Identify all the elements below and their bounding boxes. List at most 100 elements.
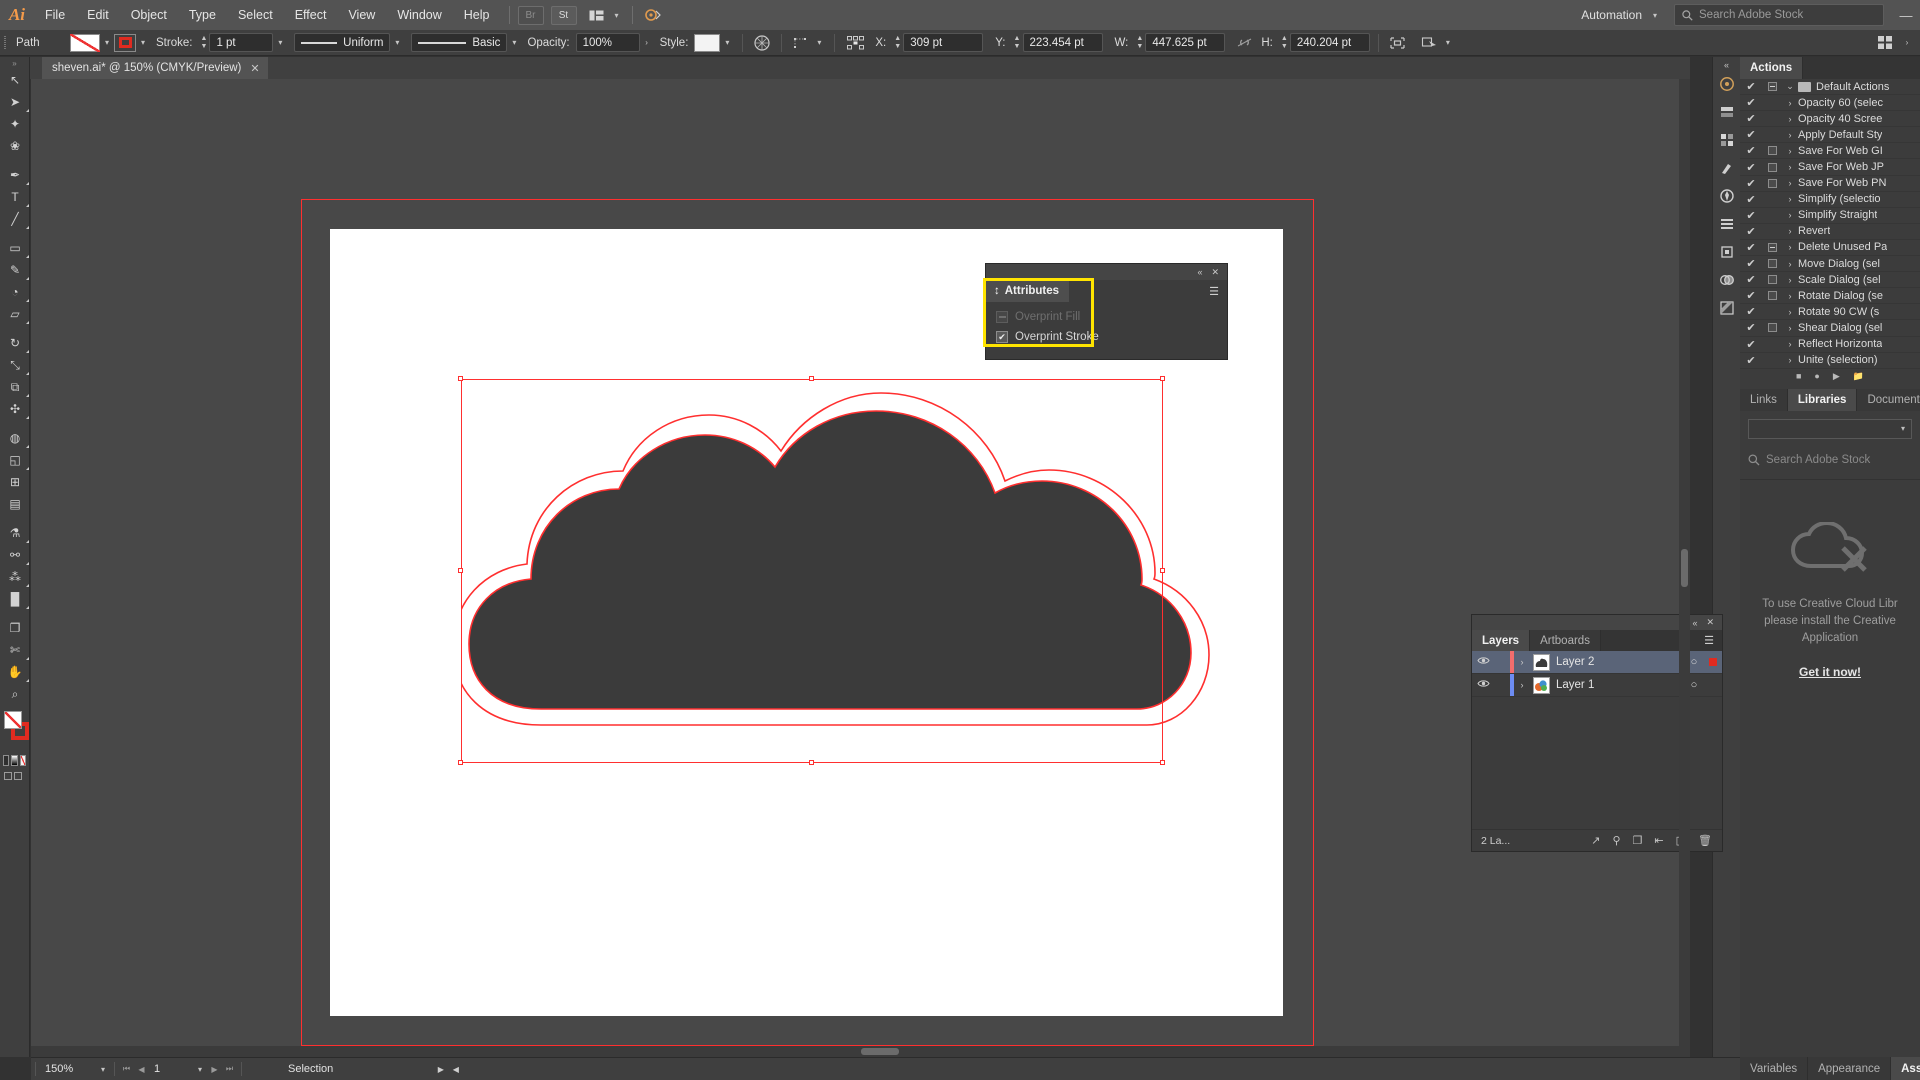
library-search-field[interactable]: Search Adobe Stock (1748, 450, 1912, 470)
align-panel-icon[interactable] (1713, 210, 1741, 238)
previous-icon[interactable]: ◀ (448, 1065, 463, 1074)
chevron-right-icon[interactable]: › (1782, 194, 1798, 204)
action-toggle-checkmark[interactable]: ✔ (1740, 273, 1762, 286)
control-bar-grip[interactable] (0, 30, 10, 56)
locate-object-icon[interactable]: ⚲ (1612, 834, 1620, 847)
gradient-tool[interactable]: ▤ (0, 493, 30, 515)
action-toggle-checkmark[interactable]: ✔ (1740, 338, 1762, 351)
zoom-tool[interactable]: ⌕ (0, 683, 30, 705)
stroke-chevron-down-icon[interactable]: ▾ (136, 33, 150, 53)
stop-playing-icon[interactable]: ■ (1796, 371, 1801, 381)
symbol-sprayer-tool[interactable]: ⁂ (0, 566, 30, 588)
color-panel-icon[interactable] (1713, 70, 1741, 98)
blend-tool[interactable]: ⚯ (0, 544, 30, 566)
direct-selection-tool[interactable]: ➤ (0, 91, 30, 113)
previous-artboard-icon[interactable]: ◀ (134, 1065, 149, 1074)
type-tool[interactable]: T (0, 186, 30, 208)
begin-recording-icon[interactable]: ● (1814, 371, 1819, 381)
selection-handle-bc[interactable] (809, 760, 814, 765)
eye-icon[interactable] (1472, 679, 1495, 691)
action-row[interactable]: ✔ › Reflect Horizonta (1740, 337, 1920, 353)
paintbrush-tool[interactable]: ✎ (0, 259, 30, 281)
action-dialog-toggle[interactable] (1762, 291, 1782, 301)
menu-object[interactable]: Object (120, 0, 178, 30)
document-tab[interactable]: sheven.ai* @ 150% (CMYK/Preview) ✕ (42, 57, 268, 79)
action-dialog-toggle[interactable] (1762, 146, 1782, 156)
action-row[interactable]: ✔ › Simplify (selectio (1740, 192, 1920, 208)
zoom-chevron-down-icon[interactable]: ▾ (96, 1059, 110, 1079)
collect-for-export-icon[interactable]: ↗ (1591, 834, 1600, 847)
recolor-artwork-icon[interactable] (751, 32, 773, 54)
stroke-weight-field[interactable]: 1 pt (209, 33, 274, 52)
perspective-grid-tool[interactable]: ◱ (0, 449, 30, 471)
clipping-chevron-down-icon[interactable]: ▾ (1441, 33, 1455, 53)
action-row[interactable]: ✔ › Revert (1740, 224, 1920, 240)
column-graph-tool[interactable]: █ (0, 588, 30, 610)
canvas-vertical-scrollbar[interactable] (1679, 79, 1690, 1046)
pen-tool[interactable]: ✒ (0, 164, 30, 186)
last-artboard-icon[interactable]: ⏭ (222, 1064, 237, 1074)
opacity-field[interactable]: 100% (575, 33, 640, 52)
chevron-right-icon[interactable]: › (1782, 130, 1798, 140)
action-row[interactable]: ✔ › Opacity 40 Scree (1740, 111, 1920, 128)
action-toggle-checkmark[interactable]: ✔ (1740, 289, 1762, 302)
action-toggle-checkmark[interactable]: ✔ (1740, 144, 1762, 157)
overprint-stroke-row[interactable]: ✔ Overprint Stroke (996, 327, 1227, 347)
chevron-right-icon[interactable]: › (1782, 242, 1798, 252)
first-artboard-icon[interactable]: ⏮ (119, 1064, 134, 1074)
zoom-level-field[interactable]: 150% (40, 1061, 96, 1077)
eyedropper-tool[interactable]: ⚗ (0, 522, 30, 544)
status-text[interactable]: Selection (288, 1063, 333, 1075)
attributes-close-icon[interactable]: ✕ (1211, 267, 1219, 278)
brush-chevron-down-icon[interactable]: ▾ (507, 33, 521, 53)
mesh-tool[interactable]: ⊞ (0, 471, 30, 493)
action-row[interactable]: ✔ › Save For Web PN (1740, 176, 1920, 192)
bridge-button[interactable]: Br (517, 5, 544, 25)
selection-handle-br[interactable] (1160, 760, 1165, 765)
magic-wand-tool[interactable]: ✦ (0, 113, 30, 135)
action-toggle-checkmark[interactable]: ✔ (1740, 128, 1762, 141)
transform-icon[interactable] (790, 32, 812, 54)
swatches-panel-icon[interactable] (1713, 126, 1741, 154)
create-new-sublayer-icon[interactable]: ⇤ (1654, 834, 1663, 847)
h-stepper[interactable]: ▲ ▼ (1279, 34, 1290, 52)
action-row[interactable]: ✔ › Unite (selection) (1740, 353, 1920, 369)
chevron-down-icon[interactable]: ⌄ (1782, 81, 1798, 92)
pathfinder-panel-icon[interactable] (1713, 266, 1741, 294)
action-row[interactable]: ✔ › Delete Unused Pa (1740, 240, 1920, 257)
h-field[interactable]: 240.204 pt (1289, 33, 1370, 52)
style-chevron-down-icon[interactable]: ▾ (720, 33, 734, 53)
chevron-right-icon[interactable]: › (1782, 210, 1798, 220)
chevron-right-icon[interactable]: › (1782, 226, 1798, 236)
edit-clipping-mask-icon[interactable] (1419, 32, 1441, 54)
action-row[interactable]: ✔ › Save For Web GI (1740, 143, 1920, 160)
action-dialog-toggle[interactable] (1762, 82, 1782, 92)
action-toggle-checkmark[interactable]: ✔ (1740, 225, 1762, 238)
brush-definition-combo[interactable]: Basic (411, 33, 508, 52)
library-select[interactable]: ▾ (1748, 418, 1912, 439)
chevron-right-icon[interactable]: › (1782, 307, 1798, 317)
color-swatch-button[interactable] (3, 755, 10, 766)
x-stepper[interactable]: ▲ ▼ (892, 34, 903, 52)
menu-select[interactable]: Select (227, 0, 284, 30)
action-row[interactable]: ✔ › Save For Web JP (1740, 159, 1920, 176)
rectangle-tool[interactable]: ▭ (0, 237, 30, 259)
none-swatch-button[interactable] (19, 755, 26, 766)
action-row[interactable]: ✔ › Opacity 60 (selec (1740, 95, 1920, 112)
slice-tool[interactable]: ✄ (0, 639, 30, 661)
tab-attributes[interactable]: ↕ Attributes (986, 280, 1070, 302)
transform-panel-icon[interactable] (1713, 238, 1741, 266)
chevron-right-icon[interactable]: › (1782, 98, 1798, 108)
action-dialog-toggle[interactable] (1762, 162, 1782, 172)
stroke-weight-stepper[interactable]: ▲ ▼ (198, 34, 209, 52)
action-dialog-toggle[interactable] (1762, 178, 1782, 188)
eraser-tool[interactable]: ▱ (0, 303, 30, 325)
lasso-tool[interactable]: ❀ (0, 135, 30, 157)
overprint-fill-row[interactable]: Overprint Fill (996, 307, 1227, 327)
action-dialog-toggle[interactable] (1762, 242, 1782, 252)
chevron-right-icon[interactable]: › (1782, 146, 1798, 156)
canvas-horizontal-scrollbar[interactable] (31, 1046, 1690, 1057)
tab-document-in[interactable]: Document In (1857, 388, 1920, 411)
scale-tool[interactable]: ⤡ (0, 354, 30, 376)
arrange-chevron-down-icon[interactable]: ▾ (610, 5, 624, 25)
